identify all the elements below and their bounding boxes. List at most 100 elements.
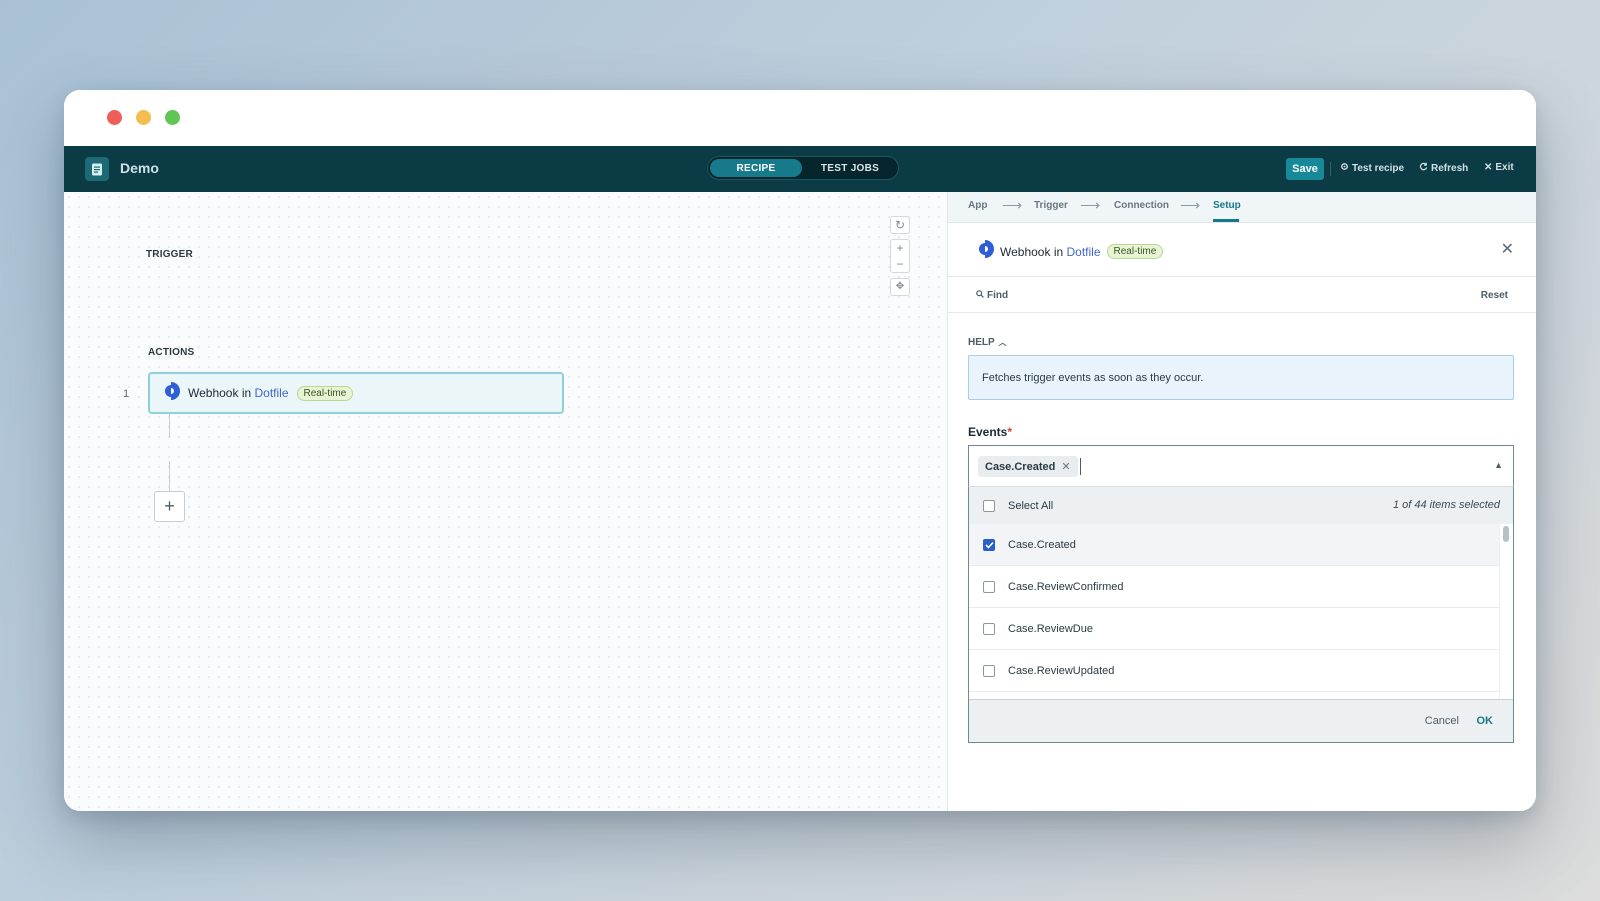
zoom-out-icon[interactable]: −: [896, 257, 903, 271]
events-field-label: Events*: [968, 425, 1012, 439]
trigger-prefix: Webhook in: [188, 386, 252, 400]
reset-view-button[interactable]: ↻: [890, 216, 910, 234]
trigger-app-link[interactable]: Dotfile: [255, 386, 289, 400]
tab-recipe[interactable]: RECIPE: [710, 159, 802, 177]
step-number: 1: [123, 388, 130, 400]
arrow-right-icon: ⟶: [1180, 197, 1201, 213]
check-icon: [984, 541, 994, 549]
refresh-button[interactable]: Refresh: [1419, 162, 1468, 174]
recipe-icon[interactable]: [85, 157, 109, 181]
option-checkbox[interactable]: [983, 664, 995, 677]
zoom-in-icon[interactable]: +: [896, 241, 903, 255]
dotfile-logo-icon: [976, 239, 994, 264]
recipe-canvas[interactable]: TRIGGER 1 Webhook in Dotfile Real-time A…: [64, 192, 947, 811]
option-checkbox[interactable]: [983, 622, 995, 635]
gear-icon: [1340, 162, 1349, 174]
list-item[interactable]: Case.ReviewUpdated: [969, 650, 1501, 692]
step-connection[interactable]: Connection: [1114, 200, 1169, 211]
minimize-window-button[interactable]: [136, 110, 151, 125]
rotate-icon: ↻: [894, 218, 906, 232]
step-trigger[interactable]: Trigger: [1034, 200, 1068, 211]
select-all-label: Select All: [1008, 499, 1054, 512]
events-dropdown: Select All 1 of 44 items selected Case.C…: [968, 486, 1514, 743]
help-toggle[interactable]: HELP ︿: [968, 337, 1007, 348]
panel-app-link[interactable]: Dotfile: [1067, 245, 1101, 259]
window-titlebar: [64, 90, 1536, 146]
zoom-controls: + −: [890, 239, 910, 273]
search-icon: [976, 290, 984, 301]
trigger-card-text: Webhook in Dotfile: [188, 386, 289, 400]
close-icon: ✕: [1484, 162, 1493, 173]
chevron-up-icon[interactable]: ▲: [1494, 460, 1503, 470]
events-label-text: Events: [968, 425, 1008, 439]
trigger-section-label: TRIGGER: [146, 249, 193, 260]
test-recipe-label: Test recipe: [1352, 162, 1405, 174]
option-checkbox[interactable]: [983, 580, 995, 593]
find-label: Find: [987, 290, 1009, 301]
events-multiselect[interactable]: Case.Created ✕ ▲: [968, 445, 1514, 486]
tab-test-jobs[interactable]: TEST JOBS: [804, 159, 896, 177]
ok-button[interactable]: OK: [1477, 715, 1494, 727]
close-panel-icon[interactable]: ✕: [1501, 239, 1514, 259]
active-step-indicator: [1213, 219, 1239, 222]
scrollbar-thumb[interactable]: [1503, 526, 1509, 542]
trigger-step-card[interactable]: Webhook in Dotfile Real-time: [148, 372, 564, 414]
close-window-button[interactable]: [107, 110, 122, 125]
connector-line: [169, 461, 170, 491]
realtime-badge: Real-time: [1106, 244, 1164, 259]
option-label: Case.ReviewUpdated: [1008, 664, 1115, 677]
dropdown-scrollbar[interactable]: [1499, 524, 1513, 699]
selection-count: 1 of 44 items selected: [1392, 499, 1500, 511]
exit-button[interactable]: ✕ Exit: [1484, 162, 1514, 173]
connector-line: [169, 414, 170, 438]
maximize-window-button[interactable]: [165, 110, 180, 125]
chip-label: Case.Created: [985, 460, 1056, 473]
dotfile-logo-icon: [162, 381, 180, 406]
refresh-label: Refresh: [1431, 162, 1469, 174]
help-text-box: Fetches trigger events as soon as they o…: [968, 355, 1514, 400]
test-recipe-button[interactable]: Test recipe: [1340, 162, 1404, 174]
text-cursor: [1080, 458, 1081, 475]
select-all-row[interactable]: Select All 1 of 44 items selected: [969, 487, 1513, 524]
panel-title-prefix: Webhook in: [1000, 244, 1064, 259]
help-label: HELP: [968, 337, 995, 348]
panel-title: Webhook in Dotfile: [1000, 245, 1101, 259]
find-button[interactable]: Find: [976, 290, 1008, 301]
option-checkbox[interactable]: [983, 538, 995, 551]
find-bar: Find Reset: [948, 277, 1536, 313]
step-setup[interactable]: Setup: [1213, 200, 1241, 211]
arrow-right-icon: ⟶: [1080, 197, 1101, 213]
step-app[interactable]: App: [968, 200, 987, 211]
app-window: Demo RECIPE TEST JOBS Save Test recipe R…: [64, 90, 1536, 811]
list-item[interactable]: Case.ReviewDue: [969, 608, 1501, 650]
cancel-button[interactable]: Cancel: [1425, 715, 1459, 727]
fit-view-button[interactable]: ✥: [890, 278, 910, 296]
reset-button[interactable]: Reset: [1481, 290, 1508, 301]
option-label: Case.ReviewDue: [1008, 622, 1093, 635]
view-toggle: RECIPE TEST JOBS: [707, 156, 899, 180]
panel-header-content: Webhook in Dotfile Real-time: [976, 239, 1164, 264]
remove-chip-icon[interactable]: ✕: [1061, 460, 1070, 473]
list-item[interactable]: Case.Created: [969, 524, 1501, 566]
realtime-badge: Real-time: [296, 385, 354, 401]
option-label: Case.ReviewConfirmed: [1008, 580, 1124, 593]
dropdown-footer: Cancel OK: [969, 699, 1513, 742]
select-all-checkbox[interactable]: [983, 499, 995, 512]
expand-icon: ✥: [895, 281, 905, 292]
exit-label: Exit: [1495, 162, 1514, 173]
required-marker: *: [1007, 425, 1013, 439]
arrow-right-icon: ⟶: [1002, 197, 1023, 213]
refresh-icon: [1419, 162, 1428, 174]
option-label: Case.Created: [1008, 538, 1076, 551]
add-action-button[interactable]: +: [154, 491, 185, 522]
selected-event-chip: Case.Created ✕: [978, 456, 1078, 477]
app-header: Demo RECIPE TEST JOBS Save Test recipe R…: [64, 146, 1536, 192]
wizard-steps: App ⟶ Trigger ⟶ Connection ⟶ Setup: [948, 192, 1536, 223]
actions-section-label: ACTIONS: [148, 347, 195, 358]
chevron-up-icon: ︿: [998, 338, 1007, 347]
save-button[interactable]: Save: [1286, 158, 1324, 180]
app-title: Demo: [120, 160, 159, 176]
list-item[interactable]: Case.ReviewConfirmed: [969, 566, 1501, 608]
panel-header: Webhook in Dotfile Real-time ✕: [948, 223, 1536, 277]
toolbar-divider: [1330, 162, 1331, 176]
